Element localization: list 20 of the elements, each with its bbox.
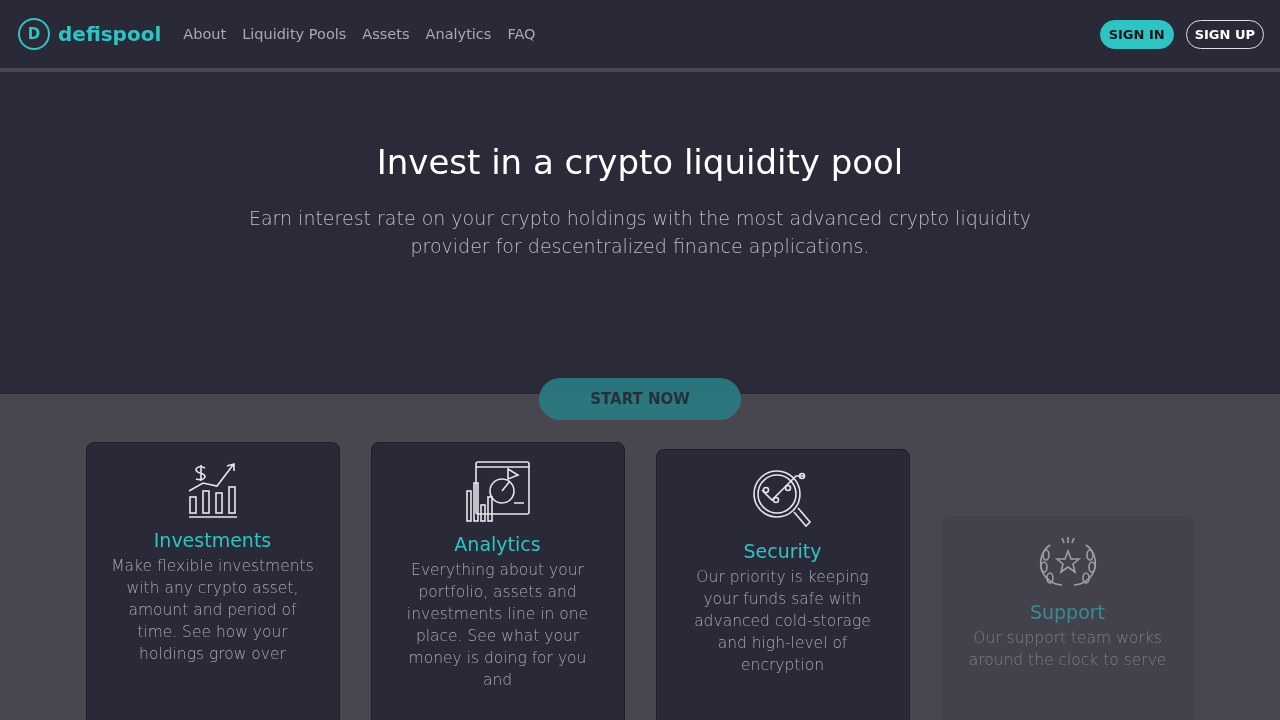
chart-window-icon <box>465 461 530 523</box>
feature-description: Our priority is keeping your funds safe with advanced cold-storage and high-level of encryption <box>693 567 872 676</box>
feature-title: Analytics <box>454 533 541 555</box>
hero-title: Invest in a crypto liquidity pool <box>376 142 904 182</box>
feature-description: Make flexible investments with any crypto asset, amount and period of time. See how your holdings grow over <box>110 556 315 665</box>
nav-link[interactable]: Liquidity Pools <box>242 26 347 42</box>
nav-link[interactable]: Analytics <box>425 26 492 42</box>
brand-name[interactable]: defispool <box>58 22 162 46</box>
nav-link[interactable]: Assets <box>362 26 410 42</box>
magnifier-chart-icon <box>751 468 814 530</box>
bar-chart-growth-icon <box>186 461 239 519</box>
nav-link[interactable]: FAQ <box>507 26 536 42</box>
feature-title: Security <box>743 540 822 562</box>
hero-subtitle: Earn interest rate on your crypto holdings with the most advanced crypto liquidity provider for descentralized finance applications. <box>247 206 1033 259</box>
feature-description: Everything about your portfolio, assets and investments line in one place. See what your money is doing for you and <box>405 560 590 691</box>
sign-in-button[interactable]: SIGN IN <box>1099 19 1174 49</box>
nav-link[interactable]: About <box>183 26 227 42</box>
feature-title: Investments <box>153 529 272 551</box>
feature-title: Support <box>1029 601 1106 623</box>
logo-mark[interactable]: D <box>18 18 50 50</box>
